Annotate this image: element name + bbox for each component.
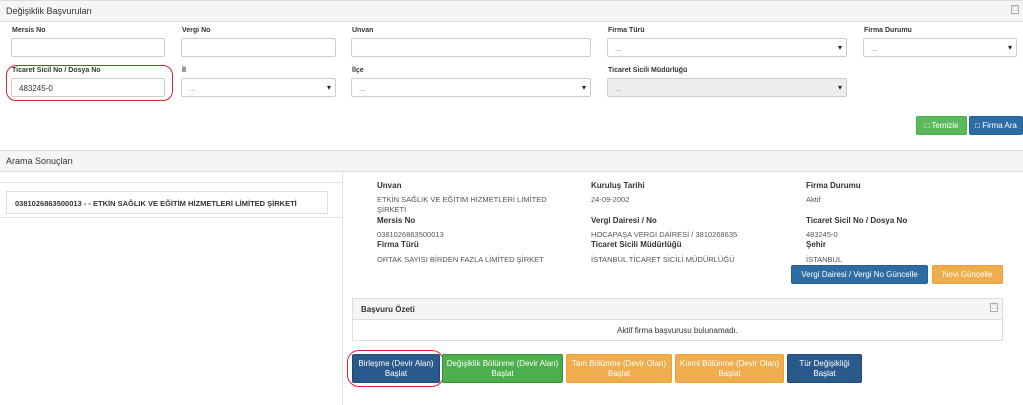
vergi-guncelle-button[interactable]: Vergi Dairesi / Vergi No Güncelle (791, 265, 928, 284)
vergi-input[interactable] (181, 38, 336, 57)
firma-durumu-value: ... (871, 44, 878, 53)
collapse-icon[interactable]: □ (990, 303, 998, 312)
summary-panel: Başvuru Özeti □ Aktif firma başvurusu bu… (352, 298, 1003, 341)
summary-panel-heading: Başvuru Özeti □ (353, 299, 1002, 320)
tur-degisikligi-button[interactable]: Tür Değişikliği Başlat (787, 354, 862, 383)
results-panel-title: Arama Sonuçları (6, 156, 74, 166)
list-item[interactable]: 0381026863500013 - - ETKİN SAĞLIK VE EĞİ… (6, 191, 328, 214)
unvan-input[interactable] (351, 38, 591, 57)
ilce-label: İlçe (352, 67, 364, 74)
results-list: 0381026863500013 - - ETKİN SAĞLIK VE EĞİ… (0, 172, 343, 405)
kismi-bolunme-label: Kısmi Bölünme (Devir Olan) (679, 359, 780, 368)
clear-icon: □ (924, 121, 930, 130)
summary-message: Aktif firma başvurusu bulunamadı. (617, 326, 738, 335)
mersis-detail-label: Mersis No (377, 216, 416, 225)
firma-turu-label: Firma Türü (608, 27, 645, 34)
degisiklik-bolunme-sublabel: Başlat (491, 369, 514, 379)
degisiklik-bolunme-button[interactable]: Değişiklik Bölünme (Devir Alan) Başlat (442, 354, 563, 383)
mudurlugu-value: ... (615, 84, 622, 93)
tam-bolunme-label: Tam Bölünme (Devir Olan) (571, 359, 667, 368)
ilce-value: ... (359, 84, 366, 93)
firma-ara-button[interactable]: □ Firma Ara (969, 116, 1023, 135)
turu-detail-label: Firma Türü (377, 240, 419, 249)
durum-detail-value: Aktif (806, 195, 821, 204)
sicil-detail-label: Ticaret Sicil No / Dosya No (806, 216, 908, 225)
ilce-select[interactable]: ... ▾ (351, 78, 591, 97)
search-panel-title: Değişiklik Başvuruları (6, 6, 93, 16)
temizle-label: Temizle (931, 121, 959, 130)
collapse-icon[interactable]: □ (1011, 5, 1019, 14)
vergi-detail-value: HOCAPAŞA VERGİ DAİRESİ / 3810268635 (591, 230, 738, 239)
mersis-input[interactable] (11, 38, 165, 57)
tam-bolunme-button[interactable]: Tam Bölünme (Devir Olan) Başlat (566, 354, 672, 383)
firma-turu-value: ... (615, 44, 622, 53)
mersis-detail-value: 0381026863500013 (377, 230, 444, 239)
chevron-down-icon: ▾ (1007, 43, 1012, 52)
chevron-down-icon: ▾ (581, 83, 586, 92)
search-panel-heading: Değişiklik Başvuruları □ (0, 0, 1023, 22)
sehir-detail-value: İSTANBUL (806, 255, 843, 264)
temizle-button[interactable]: □ Temizle (916, 116, 967, 135)
divider (0, 182, 343, 183)
il-label: İl (182, 67, 186, 74)
kurulus-detail-value: 24-09-2002 (591, 195, 630, 204)
tur-degisikligi-label: Tür Değişikliği (799, 359, 850, 368)
sehir-detail-label: Şehir (806, 240, 827, 249)
il-value: ... (189, 84, 196, 93)
search-icon: □ (975, 121, 980, 130)
kismi-bolunme-button[interactable]: Kısmi Bölünme (Devir Olan) Başlat (675, 354, 784, 383)
highlight-outline (347, 350, 444, 387)
unvan-label: Unvan (352, 27, 374, 34)
degisiklik-bolunme-label: Değişiklik Bölünme (Devir Alan) (446, 359, 559, 368)
firma-durumu-label: Firma Durumu (864, 27, 912, 34)
chevron-down-icon: ▾ (326, 83, 331, 92)
vergi-label: Vergi No (182, 27, 211, 34)
tur-degisikligi-sublabel: Başlat (813, 369, 836, 379)
highlight-outline (6, 65, 173, 101)
turu-detail-value: ORTAK SAYISI BİRDEN FAZLA LİMİTED ŞİRKET (377, 255, 544, 264)
kurulus-detail-label: Kuruluş Tarihi (591, 181, 645, 190)
durum-detail-label: Firma Durumu (806, 181, 861, 190)
il-select[interactable]: ... ▾ (181, 78, 336, 97)
mudurlugu-select[interactable]: ... ▾ (607, 78, 847, 97)
nevi-guncelle-button[interactable]: Nevi Güncelle (932, 265, 1003, 284)
summary-title: Başvuru Özeti (361, 305, 415, 314)
unvan-detail-value-1: ETKİN SAĞLIK VE EĞİTİM HİZMETLERİ LİMİTE… (377, 195, 547, 204)
firma-durumu-select[interactable]: ... ▾ (863, 38, 1017, 57)
mersis-label: Mersis No (12, 27, 46, 34)
vergi-detail-label: Vergi Dairesi / No (591, 216, 657, 225)
firma-turu-select[interactable]: ... ▾ (607, 38, 847, 57)
kismi-bolunme-sublabel: Başlat (718, 369, 741, 379)
tam-bolunme-sublabel: Başlat (607, 369, 631, 379)
sicil-detail-value: 483245-0 (806, 230, 838, 239)
firma-ara-label: Firma Ara (982, 121, 1017, 130)
chevron-down-icon: ▾ (837, 83, 842, 92)
mudurluk-detail-label: Ticaret Sicili Müdürlüğü (591, 240, 682, 249)
unvan-detail-label: Unvan (377, 181, 402, 190)
unvan-detail-value-2: ŞİRKETİ (377, 205, 407, 214)
mudurlugu-label: Ticaret Sicili Müdürlüğü (608, 67, 688, 74)
divider (0, 217, 343, 218)
mudurluk-detail-value: İSTANBUL TİCARET SİCİLİ MÜDÜRLÜĞÜ (591, 255, 735, 264)
results-panel-heading: Arama Sonuçları (0, 150, 1023, 172)
chevron-down-icon: ▾ (837, 43, 842, 52)
